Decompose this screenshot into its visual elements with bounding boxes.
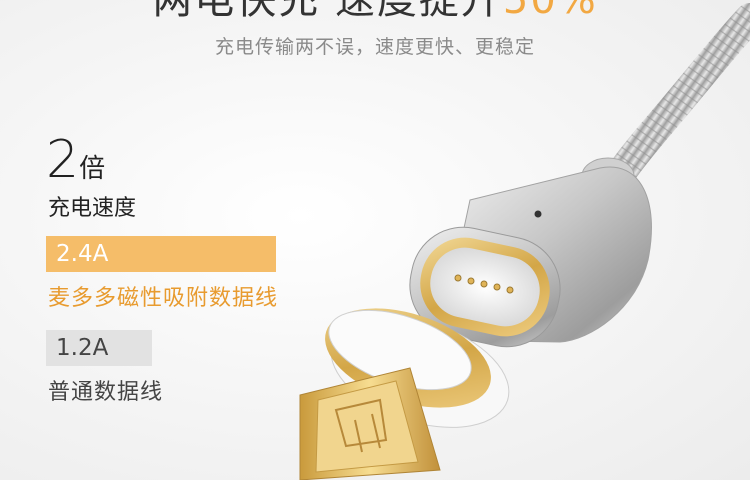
speed-multiplier: 2倍 (46, 130, 105, 190)
speed-caption: 充电速度 (48, 196, 137, 221)
comparison-label-magnetic: 麦多多磁性吸附数据线 (48, 286, 279, 311)
comparison-label-standard: 普通数据线 (48, 380, 164, 405)
comparison-bar-magnetic: 2.4A (46, 236, 276, 272)
indicator-led (534, 210, 542, 218)
braided-cable (607, 3, 750, 187)
multiplier-number: 2 (46, 130, 80, 190)
comparison-bar-standard: 1.2A (46, 330, 152, 366)
multiplier-unit: 倍 (79, 154, 106, 184)
